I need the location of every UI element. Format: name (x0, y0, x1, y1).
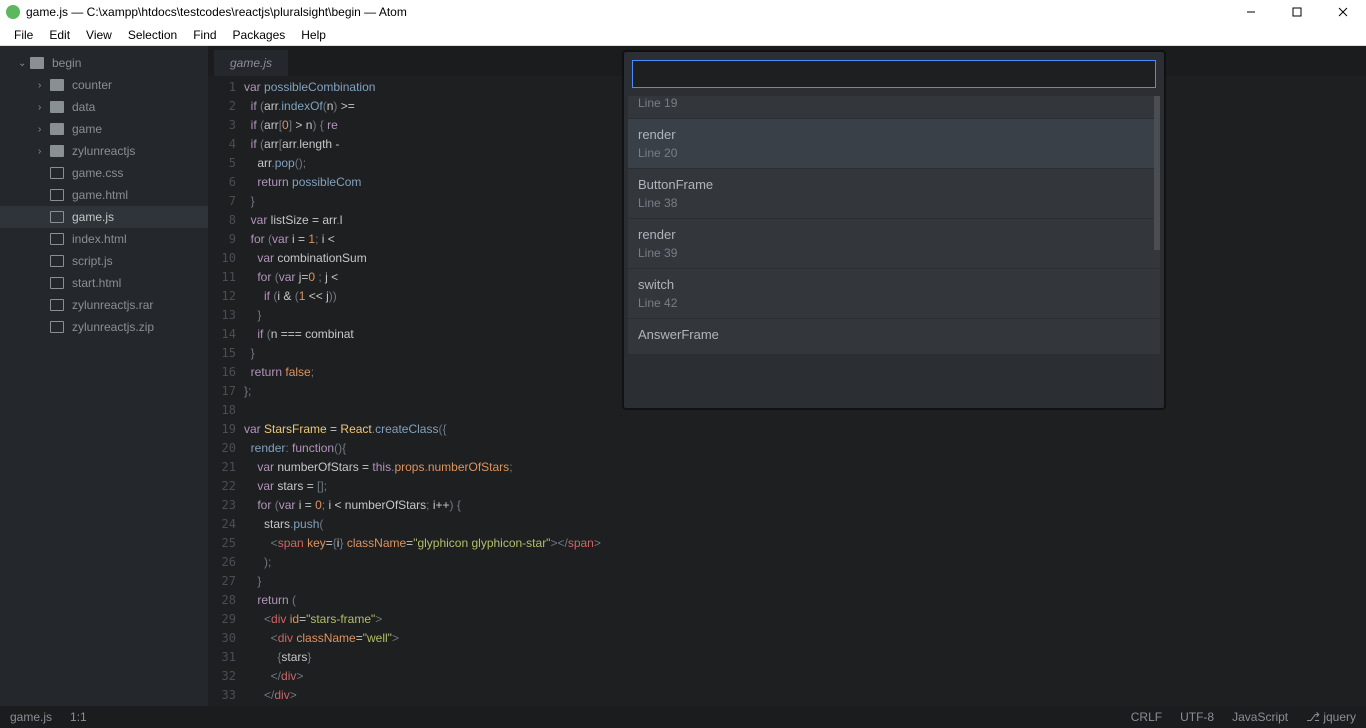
palette-item[interactable]: AnswerFrame (628, 319, 1160, 354)
menu-selection[interactable]: Selection (120, 24, 185, 46)
status-file[interactable]: game.js (10, 710, 52, 724)
folder-icon (50, 101, 64, 113)
tree-file[interactable]: game.css (0, 162, 208, 184)
chevron-right-icon: › (38, 124, 46, 135)
command-palette: Line 19 render Line 20 ButtonFrame Line … (622, 50, 1166, 410)
palette-input[interactable] (632, 60, 1156, 88)
file-icon (50, 299, 64, 311)
status-git-branch[interactable]: jquery (1306, 710, 1356, 724)
file-icon (50, 321, 64, 333)
file-icon (50, 167, 64, 179)
tree-root-label: begin (52, 56, 81, 70)
menu-help[interactable]: Help (293, 24, 334, 46)
minimize-button[interactable] (1228, 0, 1274, 24)
menu-edit[interactable]: Edit (41, 24, 78, 46)
menubar: File Edit View Selection Find Packages H… (0, 24, 1366, 46)
window-title: game.js — C:\xampp\htdocs\testcodes\reac… (26, 5, 407, 19)
folder-icon (50, 123, 64, 135)
status-bar: game.js 1:1 CRLF UTF-8 JavaScript jquery (0, 706, 1366, 728)
main-area: ⌄ begin ›counter ›data ›game ›zylunreact… (0, 46, 1366, 706)
status-grammar[interactable]: JavaScript (1232, 710, 1288, 724)
chevron-right-icon: › (38, 102, 46, 113)
status-encoding[interactable]: UTF-8 (1180, 710, 1214, 724)
atom-icon (6, 5, 20, 19)
status-cursor-position[interactable]: 1:1 (70, 710, 87, 724)
tree-folder[interactable]: ›zylunreactjs (0, 140, 208, 162)
folder-icon (50, 79, 64, 91)
gutter: 1234 5678 9101112 13141516 17181920 2122… (208, 76, 244, 706)
file-icon (50, 277, 64, 289)
menu-file[interactable]: File (6, 24, 41, 46)
file-icon (50, 255, 64, 267)
menu-packages[interactable]: Packages (225, 24, 294, 46)
palette-item[interactable]: Line 19 (628, 96, 1160, 118)
tree-file[interactable]: game.html (0, 184, 208, 206)
tree-view[interactable]: ⌄ begin ›counter ›data ›game ›zylunreact… (0, 46, 208, 706)
tree-file[interactable]: zylunreactjs.zip (0, 316, 208, 338)
palette-item[interactable]: render Line 20 (628, 119, 1160, 168)
palette-list[interactable]: Line 19 render Line 20 ButtonFrame Line … (628, 96, 1160, 404)
menu-find[interactable]: Find (185, 24, 224, 46)
tree-root[interactable]: ⌄ begin (0, 52, 208, 74)
tree-file[interactable]: index.html (0, 228, 208, 250)
file-icon (50, 189, 64, 201)
tree-file[interactable]: zylunreactjs.rar (0, 294, 208, 316)
folder-icon (30, 57, 44, 69)
chevron-right-icon: › (38, 146, 46, 157)
tab[interactable]: game.js (214, 50, 288, 76)
editor-area: game.js 1234 5678 9101112 13141516 17181… (208, 46, 1366, 706)
status-line-ending[interactable]: CRLF (1131, 710, 1162, 724)
tree-file[interactable]: script.js (0, 250, 208, 272)
chevron-down-icon: ⌄ (18, 58, 26, 69)
palette-item[interactable]: switch Line 42 (628, 269, 1160, 318)
tree-folder[interactable]: ›data (0, 96, 208, 118)
tree-folder[interactable]: ›counter (0, 74, 208, 96)
file-icon (50, 233, 64, 245)
scrollbar[interactable] (1154, 96, 1160, 250)
folder-icon (50, 145, 64, 157)
palette-item[interactable]: render Line 39 (628, 219, 1160, 268)
window-controls (1228, 0, 1366, 24)
tree-file[interactable]: start.html (0, 272, 208, 294)
tree-file-selected[interactable]: game.js (0, 206, 208, 228)
tree-folder[interactable]: ›game (0, 118, 208, 140)
maximize-button[interactable] (1274, 0, 1320, 24)
titlebar: game.js — C:\xampp\htdocs\testcodes\reac… (0, 0, 1366, 24)
menu-view[interactable]: View (78, 24, 120, 46)
file-icon (50, 211, 64, 223)
palette-item[interactable]: ButtonFrame Line 38 (628, 169, 1160, 218)
close-button[interactable] (1320, 0, 1366, 24)
chevron-right-icon: › (38, 80, 46, 91)
